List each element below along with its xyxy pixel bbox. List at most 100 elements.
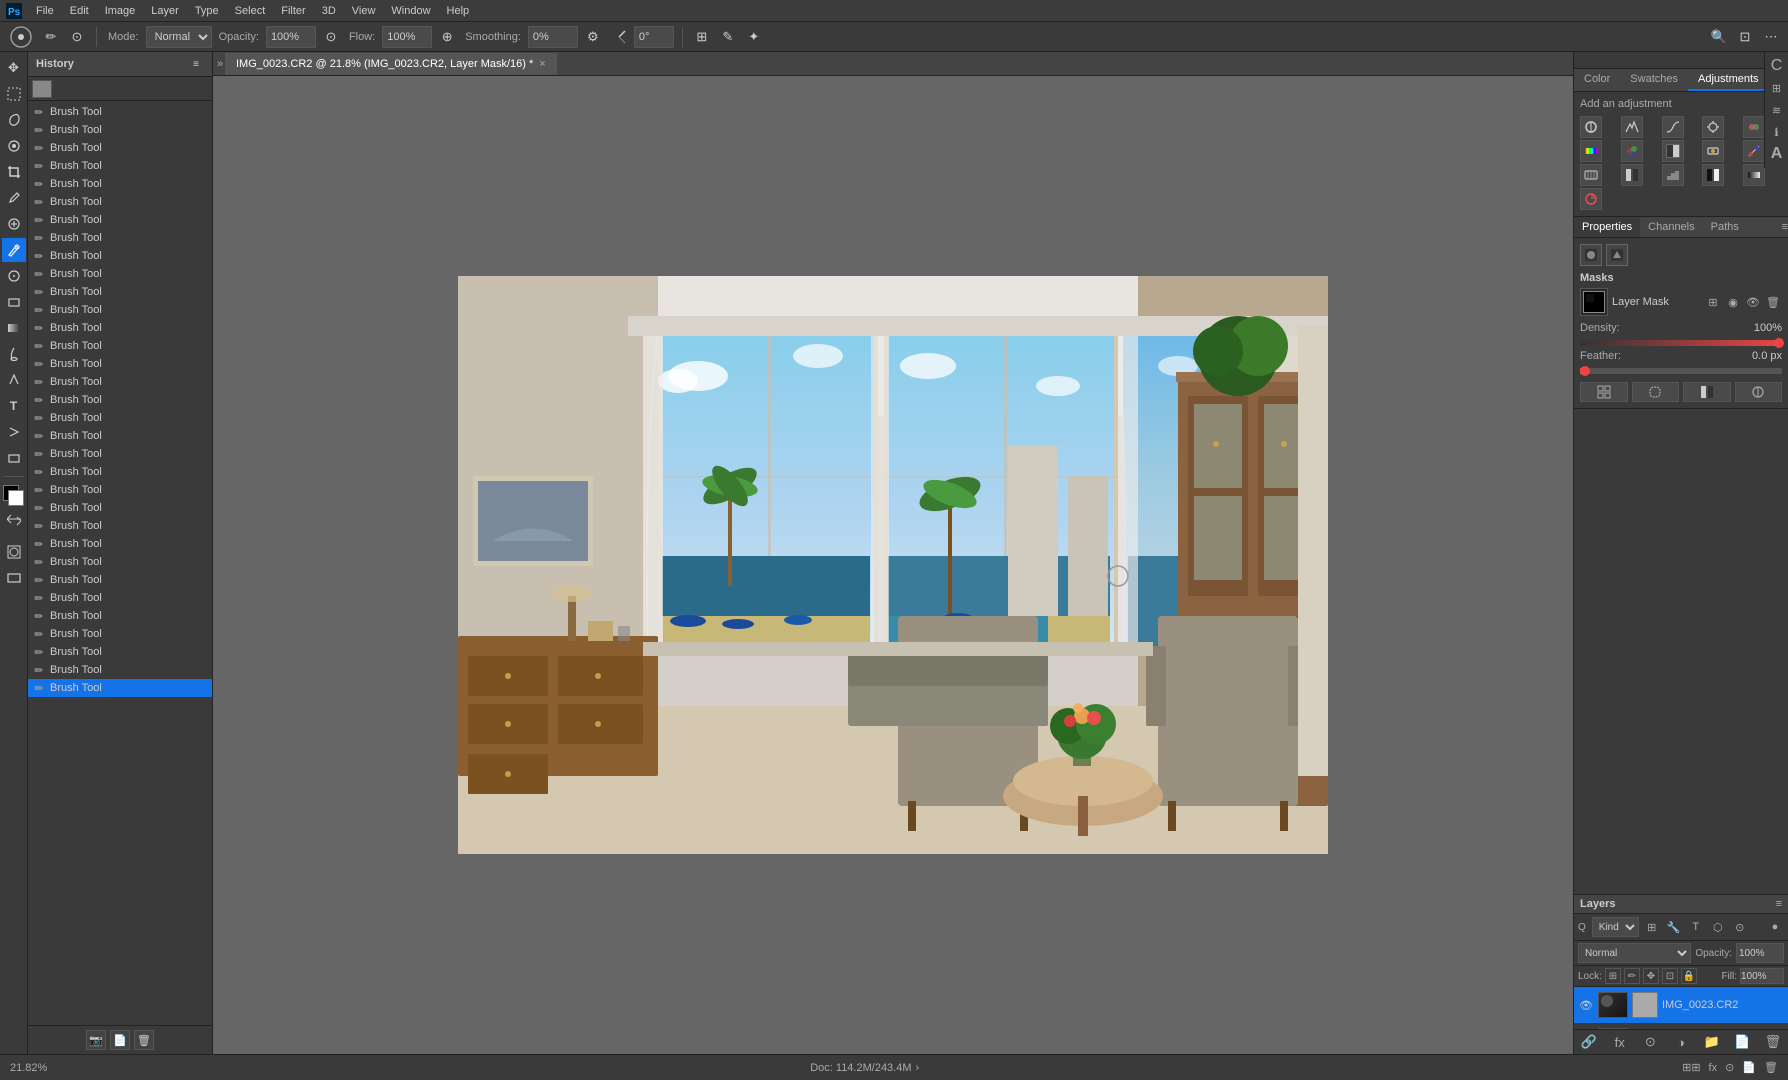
history-item-12[interactable]: ✏Brush Tool — [28, 319, 212, 337]
gradient-map-btn[interactable] — [1743, 164, 1765, 186]
history-item-19[interactable]: ✏Brush Tool — [28, 445, 212, 463]
select-and-mask-btn[interactable] — [1632, 382, 1680, 402]
menu-window[interactable]: Window — [383, 3, 438, 19]
delete-history-btn[interactable]: 🗑 — [134, 1030, 154, 1050]
history-item-6[interactable]: ✏Brush Tool — [28, 211, 212, 229]
levels-btn[interactable] — [1621, 116, 1643, 138]
history-item-28[interactable]: ✏Brush Tool — [28, 607, 212, 625]
layer-filter-toggle[interactable]: ● — [1766, 918, 1784, 936]
menu-edit[interactable]: Edit — [62, 3, 97, 19]
history-item-1[interactable]: ✏Brush Tool — [28, 121, 212, 139]
gradient-tool[interactable] — [2, 316, 26, 340]
eyedropper-tool[interactable] — [2, 186, 26, 210]
menu-filter[interactable]: Filter — [273, 3, 313, 19]
history-item-10[interactable]: ✏Brush Tool — [28, 283, 212, 301]
history-item-11[interactable]: ✏Brush Tool — [28, 301, 212, 319]
history-item-22[interactable]: ✏Brush Tool — [28, 499, 212, 517]
dodge-tool[interactable] — [2, 342, 26, 366]
layer-1-visibility[interactable]: 👁 — [1578, 997, 1594, 1013]
color-panel-btn[interactable]: C — [1767, 56, 1787, 76]
char-panel-btn[interactable]: A — [1767, 144, 1787, 164]
history-item-27[interactable]: ✏Brush Tool — [28, 589, 212, 607]
history-item-0[interactable]: ✏Brush Tool — [28, 103, 212, 121]
history-item-15[interactable]: ✏Brush Tool — [28, 373, 212, 391]
density-handle[interactable] — [1774, 338, 1784, 348]
angle-input[interactable] — [634, 26, 674, 48]
eraser-tool[interactable] — [2, 290, 26, 314]
menu-type[interactable]: Type — [187, 3, 227, 19]
threshold-btn[interactable] — [1702, 164, 1724, 186]
new-layer-status-btn[interactable]: 📄 — [1742, 1061, 1756, 1074]
arrange-btn[interactable]: ⊡ — [1734, 26, 1756, 48]
channels-tab[interactable]: Channels — [1640, 217, 1702, 237]
menu-image[interactable]: Image — [97, 3, 144, 19]
vector-mask-icon[interactable] — [1606, 244, 1628, 266]
fill-input[interactable] — [1740, 968, 1784, 984]
color-balance-btn[interactable] — [1621, 140, 1643, 162]
extra-btn[interactable]: ⋯ — [1760, 26, 1782, 48]
history-item-20[interactable]: ✏Brush Tool — [28, 463, 212, 481]
screen-mode[interactable] — [2, 566, 26, 590]
prop-panel-menu[interactable]: ≡ — [1782, 217, 1788, 237]
history-item-16[interactable]: ✏Brush Tool — [28, 391, 212, 409]
add-style-btn[interactable]: fx — [1611, 1033, 1629, 1051]
add-mask-btn[interactable]: ⊙ — [1641, 1033, 1659, 1051]
timeline-btn[interactable]: ⊞⊞ — [1682, 1061, 1700, 1074]
history-item-5[interactable]: ✏Brush Tool — [28, 193, 212, 211]
properties-tab[interactable]: Properties — [1574, 217, 1640, 237]
brush-mode-toggle[interactable]: ✏ — [40, 26, 62, 48]
foreground-color[interactable] — [3, 485, 25, 507]
history-item-2[interactable]: ✏Brush Tool — [28, 139, 212, 157]
view-mask-btn[interactable]: 👁 — [1744, 293, 1762, 311]
mask-toggle[interactable] — [2, 540, 26, 564]
search-btn[interactable]: 🔍 — [1708, 26, 1730, 48]
pixel-mask-icon[interactable] — [1580, 244, 1602, 266]
new-group-btn[interactable]: 📁 — [1703, 1033, 1721, 1051]
color-range-btn[interactable] — [1735, 382, 1783, 402]
healing-tool[interactable] — [2, 212, 26, 236]
layers-panel-menu[interactable]: ≡ — [1776, 898, 1782, 910]
shape-tool[interactable] — [2, 446, 26, 470]
lock-artboard-btn[interactable]: ⊡ — [1662, 968, 1678, 984]
canvas-wrapper[interactable] — [213, 76, 1573, 1054]
brightness-contrast-btn[interactable] — [1580, 116, 1602, 138]
history-item-3[interactable]: ✏Brush Tool — [28, 157, 212, 175]
channel-mixer-btn[interactable] — [1743, 140, 1765, 162]
apply-mask-btn[interactable]: ⊞ — [1704, 293, 1722, 311]
delete-layer-btn[interactable]: 🗑 — [1764, 1033, 1782, 1051]
history-item-25[interactable]: ✏Brush Tool — [28, 553, 212, 571]
history-item-14[interactable]: ✏Brush Tool — [28, 355, 212, 373]
history-item-32[interactable]: ✏Brush Tool — [28, 679, 212, 697]
history-item-30[interactable]: ✏Brush Tool — [28, 643, 212, 661]
opacity-input[interactable] — [266, 26, 316, 48]
new-layer-btn[interactable]: 📄 — [1733, 1033, 1751, 1051]
brush-tool[interactable] — [2, 238, 26, 262]
tab-overflow-btn[interactable]: » — [217, 56, 225, 72]
smoothing-input[interactable] — [528, 26, 578, 48]
clone-tool[interactable] — [2, 264, 26, 288]
lock-image-btn[interactable]: ✏ — [1624, 968, 1640, 984]
angle-btn[interactable] — [608, 26, 630, 48]
feather-slider[interactable] — [1580, 368, 1782, 374]
layer-type-filter[interactable]: Kind — [1592, 917, 1639, 937]
layer-blend-mode[interactable]: Normal — [1578, 943, 1691, 963]
history-item-31[interactable]: ✏Brush Tool — [28, 661, 212, 679]
bw-btn[interactable] — [1662, 140, 1684, 162]
menu-select[interactable]: Select — [227, 3, 274, 19]
tab-close-btn[interactable]: × — [539, 58, 545, 70]
opacity-toggle[interactable]: ⊙ — [320, 26, 342, 48]
pen-tool[interactable] — [2, 368, 26, 392]
airbrush-toggle[interactable]: ⊕ — [436, 26, 458, 48]
history-item-9[interactable]: ✏Brush Tool — [28, 265, 212, 283]
exposure-btn[interactable] — [1702, 116, 1724, 138]
lock-all-btn[interactable]: 🔒 — [1681, 968, 1697, 984]
history-item-21[interactable]: ✏Brush Tool — [28, 481, 212, 499]
swap-colors[interactable] — [7, 513, 21, 530]
menu-help[interactable]: Help — [439, 3, 478, 19]
doc-info-expand[interactable]: › — [916, 1062, 920, 1074]
paths-tab[interactable]: Paths — [1703, 217, 1747, 237]
curves-btn[interactable] — [1662, 116, 1684, 138]
path-select-tool[interactable] — [2, 420, 26, 444]
history-item-8[interactable]: ✏Brush Tool — [28, 247, 212, 265]
create-new-document-btn[interactable]: 📄 — [110, 1030, 130, 1050]
